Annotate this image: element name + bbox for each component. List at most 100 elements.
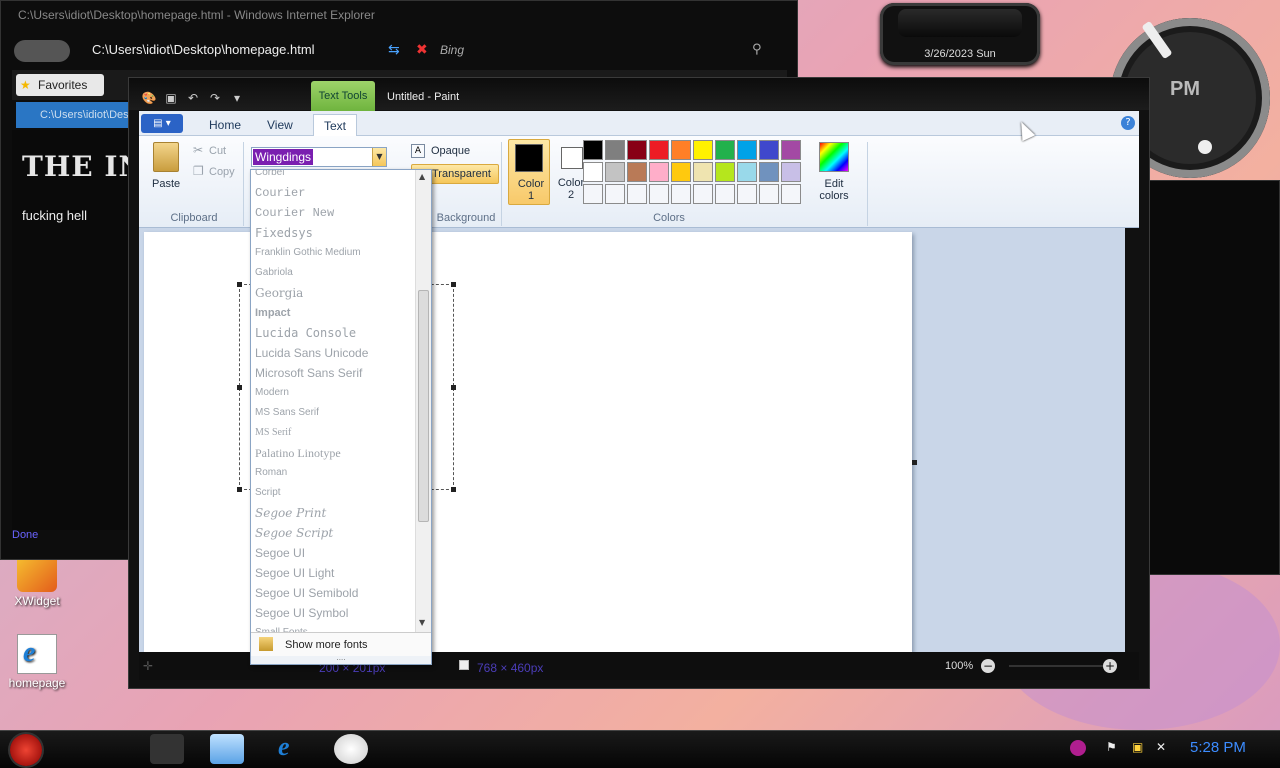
edit-colors-button[interactable]: Edit colors — [809, 178, 859, 202]
font-list-item[interactable]: Modern — [255, 383, 415, 403]
resize-handle[interactable] — [237, 385, 242, 390]
font-list-item[interactable]: Script — [255, 483, 415, 503]
flag-icon[interactable]: ⚑ — [1106, 740, 1117, 754]
taskbar-app-ie[interactable]: e — [272, 732, 306, 764]
palette-color-swatch[interactable] — [759, 140, 779, 160]
save-icon[interactable]: ▣ — [163, 90, 179, 106]
font-list-item[interactable]: Lucida Console — [255, 323, 415, 343]
help-icon[interactable]: ? — [1121, 116, 1135, 130]
taskbar-clock[interactable]: 5:28 PM — [1190, 739, 1246, 756]
paint-app-icon[interactable]: 🎨 — [141, 90, 157, 106]
palette-color-swatch[interactable] — [737, 162, 757, 182]
palette-color-swatch[interactable] — [627, 140, 647, 160]
tab-view[interactable]: View — [257, 114, 303, 136]
palette-color-swatch[interactable] — [715, 184, 735, 204]
font-list-item[interactable]: Microsoft Sans Serif — [255, 363, 415, 383]
font-list-item[interactable]: Fixedsys — [255, 223, 415, 243]
zoom-out-button[interactable]: − — [981, 659, 995, 673]
canvas-resize-handle[interactable] — [912, 460, 917, 465]
palette-color-swatch[interactable] — [627, 162, 647, 182]
font-list-item[interactable]: Segoe UI Light — [255, 563, 415, 583]
ie-address-bar[interactable]: C:\Users\idiot\Desktop\homepage.html — [92, 38, 392, 62]
desktop-icon-homepage[interactable]: e homepage — [2, 634, 72, 690]
copy-button[interactable]: Copy — [209, 166, 235, 178]
palette-color-swatch[interactable] — [671, 162, 691, 182]
undo-icon[interactable]: ↶ — [185, 90, 201, 106]
scroll-down-icon[interactable]: ▼ — [419, 618, 425, 627]
palette-color-swatch[interactable] — [781, 184, 801, 204]
palette-color-swatch[interactable] — [759, 162, 779, 182]
palette-color-swatch[interactable] — [671, 184, 691, 204]
palette-color-swatch[interactable] — [737, 184, 757, 204]
font-list-item[interactable]: Segoe UI Symbol — [255, 603, 415, 623]
palette-color-swatch[interactable] — [583, 162, 603, 182]
chevron-down-icon[interactable]: ▼ — [372, 148, 386, 166]
taskbar-app-unknown[interactable] — [150, 734, 184, 764]
tab-text[interactable]: Text — [313, 114, 358, 136]
ie-back-forward-buttons[interactable] — [14, 40, 70, 62]
font-list-item[interactable]: Segoe Print — [255, 503, 415, 523]
palette-color-swatch[interactable] — [605, 162, 625, 182]
paste-icon[interactable] — [153, 142, 179, 172]
zoom-slider[interactable] — [1009, 665, 1109, 667]
palette-color-swatch[interactable] — [737, 140, 757, 160]
resize-handle[interactable] — [237, 282, 242, 287]
palette-color-swatch[interactable] — [649, 140, 669, 160]
font-list-item[interactable]: Courier New — [255, 203, 415, 223]
scroll-up-icon[interactable]: ▲ — [419, 172, 425, 181]
font-list-item[interactable]: Lucida Sans Unicode — [255, 343, 415, 363]
paste-button[interactable]: Paste — [152, 178, 180, 190]
font-list-item[interactable]: MS Sans Serif — [255, 403, 415, 423]
palette-color-swatch[interactable] — [715, 162, 735, 182]
zoom-in-button[interactable]: + — [1103, 659, 1117, 673]
font-list-item[interactable]: Gabriola — [255, 263, 415, 283]
palette-color-swatch[interactable] — [605, 184, 625, 204]
paint-menu-button[interactable]: ▤ ▾ — [141, 114, 183, 133]
ie-tab[interactable]: C:\Users\idiot\Desktop\homepage.html — [16, 102, 128, 128]
palette-color-swatch[interactable] — [583, 184, 603, 204]
palette-color-swatch[interactable] — [781, 162, 801, 182]
desktop-icon-xwidget[interactable]: XWidget — [2, 552, 72, 608]
search-icon[interactable]: ⚲ — [752, 42, 762, 57]
palette-color-swatch[interactable] — [671, 140, 691, 160]
tab-home[interactable]: Home — [199, 114, 251, 136]
palette-color-swatch[interactable] — [649, 162, 669, 182]
stop-icon[interactable]: ✖ — [416, 42, 428, 58]
resize-handle[interactable] — [451, 487, 456, 492]
palette-color-swatch[interactable] — [693, 140, 713, 160]
taskbar-app-notepad[interactable] — [210, 734, 244, 764]
font-list-item[interactable]: Franklin Gothic Medium — [255, 243, 415, 263]
font-list-item[interactable]: Impact — [255, 303, 415, 323]
scroll-thumb[interactable] — [418, 290, 429, 522]
font-family-combo[interactable]: Wingdings ▼ — [251, 147, 387, 167]
resize-handle[interactable] — [451, 385, 456, 390]
network-icon[interactable]: ▣ — [1132, 740, 1143, 754]
palette-color-swatch[interactable] — [693, 184, 713, 204]
font-list-item[interactable]: Roman — [255, 463, 415, 483]
font-list-item[interactable]: Palatino Linotype — [255, 443, 415, 463]
font-list-item[interactable]: MS Serif — [255, 423, 415, 443]
palette-color-swatch[interactable] — [627, 184, 647, 204]
palette-color-swatch[interactable] — [605, 140, 625, 160]
cut-button[interactable]: Cut — [209, 145, 226, 157]
volume-muted-icon[interactable]: ✕ — [1156, 740, 1166, 754]
dropdown-scrollbar[interactable]: ▲ ▼ — [415, 170, 431, 632]
palette-color-swatch[interactable] — [583, 140, 603, 160]
color1-button[interactable]: Color 1 — [508, 139, 550, 205]
tray-rose-icon[interactable] — [1070, 740, 1086, 756]
favorites-button[interactable]: ★ Favorites — [16, 74, 104, 96]
redo-icon[interactable]: ↷ — [207, 90, 223, 106]
font-list-item[interactable]: Georgia — [255, 283, 415, 303]
resize-grip[interactable]: ···· — [251, 656, 431, 664]
start-button[interactable] — [10, 734, 42, 766]
resize-handle[interactable] — [451, 282, 456, 287]
opaque-button[interactable]: A Opaque — [411, 142, 501, 162]
palette-color-swatch[interactable] — [715, 140, 735, 160]
font-list-item[interactable]: Segoe UI — [255, 543, 415, 563]
taskbar-app-paint[interactable] — [334, 734, 368, 764]
chevron-down-icon[interactable]: ▾ — [229, 90, 245, 106]
edit-colors-icon[interactable] — [819, 142, 849, 172]
refresh-icon[interactable]: ⇆ — [388, 42, 400, 58]
font-list-item[interactable]: Segoe UI Semibold — [255, 583, 415, 603]
ie-search-box[interactable]: Bing — [440, 38, 740, 62]
